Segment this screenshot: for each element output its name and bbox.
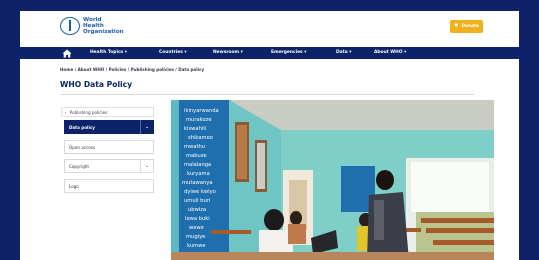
chevron-left-icon: ‹ xyxy=(65,109,67,115)
side-back-label: Publishing policies xyxy=(69,109,108,115)
donate-label: Donate xyxy=(461,24,479,29)
nav-item-countries[interactable]: Countries ▾ xyxy=(159,50,187,55)
nav-item-newsroom[interactable]: Newsroom ▾ xyxy=(213,50,243,55)
wall-word: kuryama xyxy=(187,171,210,177)
site-header: World Health Organization ♥ Donate xyxy=(20,11,519,45)
who-emblem-icon xyxy=(60,17,80,35)
wall-word: murakoze xyxy=(186,117,212,123)
heart-icon: ♥ xyxy=(454,23,459,29)
wall-word: lewa buki xyxy=(185,216,210,222)
wall-word: dyiwe kwiyo xyxy=(184,189,216,195)
wall-word: shikamoo xyxy=(188,135,213,141)
wall-word: umuli buri xyxy=(184,198,210,204)
wall-word: ubwiza xyxy=(188,207,206,213)
wall-word: mutawanya xyxy=(182,180,213,186)
side-item-data-policy[interactable]: Data policy ⌄ xyxy=(64,120,154,134)
title-divider xyxy=(60,94,474,95)
wall-word: mugiye xyxy=(186,234,205,240)
wall-word: ikinyarwanda xyxy=(184,108,219,114)
main-nav: Health Topics ▾ Countries ▾ Newsroom ▾ E… xyxy=(20,47,519,59)
side-item-label: Logo xyxy=(69,183,79,189)
nav-item-about-who[interactable]: About WHO ▾ xyxy=(374,50,406,55)
side-item-open-access[interactable]: Open access xyxy=(64,140,154,154)
home-icon[interactable] xyxy=(62,49,72,58)
side-back-link[interactable]: ‹ Publishing policies xyxy=(61,107,154,117)
side-item-copyright[interactable]: Copyright ⌄ xyxy=(64,159,154,173)
wall-word: wewe xyxy=(189,225,204,231)
wall-word: malalanga xyxy=(184,162,211,168)
classroom-photo: ikinyarwanda murakoze kiswahili shikamoo… xyxy=(171,100,494,260)
logo-text: World Health Organization xyxy=(83,17,124,35)
logo-line-2: Organization xyxy=(83,29,124,35)
browser-page: World Health Organization ♥ Donate Healt… xyxy=(20,11,519,260)
chevron-down-icon[interactable]: ⌄ xyxy=(140,159,153,173)
nav-item-health-topics[interactable]: Health Topics ▾ xyxy=(90,50,127,55)
nav-item-data[interactable]: Data ▾ xyxy=(336,50,351,55)
wall-word: kumwe xyxy=(187,243,206,249)
side-item-label: Data policy xyxy=(69,124,95,130)
wall-word: mabuze xyxy=(186,153,207,159)
side-item-label: Open access xyxy=(69,144,96,150)
donate-button[interactable]: ♥ Donate xyxy=(450,20,483,33)
wall-word: mwathu xyxy=(184,144,205,150)
breadcrumb[interactable]: Home / About WHO / Policies / Publishing… xyxy=(60,67,204,72)
chevron-down-icon[interactable]: ⌄ xyxy=(140,120,153,134)
side-item-label: Copyright xyxy=(69,163,90,169)
wall-word: kiswahili xyxy=(184,126,206,132)
logo-line-1: World Health xyxy=(83,17,104,29)
nav-item-emergencies[interactable]: Emergencies ▾ xyxy=(271,50,306,55)
who-logo[interactable]: World Health Organization xyxy=(60,17,124,35)
side-item-logo[interactable]: Logo xyxy=(64,179,154,193)
page-title: WHO Data Policy xyxy=(60,80,133,89)
